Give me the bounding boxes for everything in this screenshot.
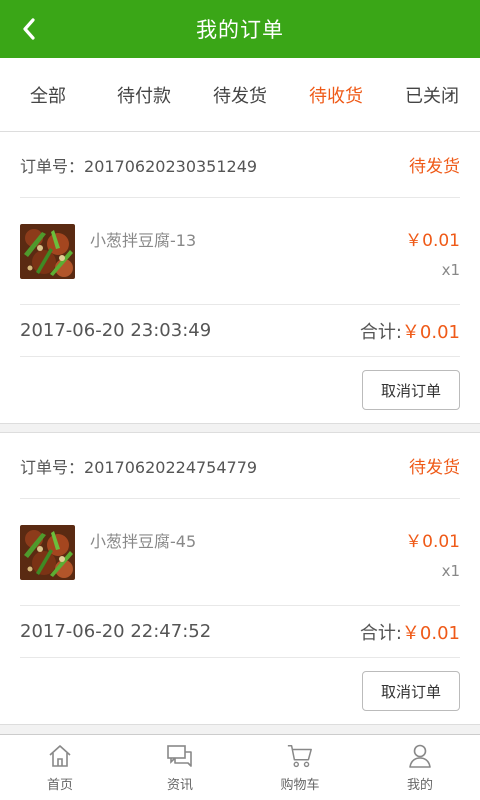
nav-cart[interactable]: 购物车: [240, 735, 360, 800]
cancel-order-button[interactable]: 取消订单: [362, 370, 460, 410]
order-time: 2017-06-20 23:03:49: [20, 320, 212, 341]
home-icon: [46, 742, 74, 770]
order-header: 订单号：20170620224754779 待发货: [20, 433, 460, 499]
chevron-left-icon: [23, 18, 35, 40]
nav-mine[interactable]: 我的: [360, 735, 480, 800]
order-status: 待发货: [409, 157, 460, 177]
nav-news-label: 资讯: [166, 778, 193, 793]
tab-pending-receipt[interactable]: 待收货: [288, 58, 384, 131]
chat-icon: [166, 742, 194, 770]
product-image: [20, 224, 75, 279]
cancel-order-button[interactable]: 取消订单: [362, 671, 460, 711]
nav-news[interactable]: 资讯: [120, 735, 240, 800]
order-card: 订单号：20170620230351249 待发货 小葱拌豆腐-13 ￥0.01…: [0, 132, 480, 424]
order-number-value: 20170620230351249: [84, 156, 258, 176]
order-actions: 取消订单: [20, 357, 460, 423]
item-quantity: x1: [441, 261, 460, 279]
product-name: 小葱拌豆腐-45: [90, 532, 197, 551]
order-number: 订单号：20170620230351249: [20, 153, 257, 177]
order-status: 待发货: [409, 458, 460, 478]
item-price: ￥0.01: [405, 532, 460, 552]
order-number-value: 20170620224754779: [84, 457, 258, 477]
page-title: 我的订单: [196, 18, 284, 42]
user-icon: [406, 742, 434, 770]
tab-closed[interactable]: 已关闭: [384, 58, 480, 131]
order-number-label: 订单号：: [20, 457, 85, 477]
order-header: 订单号：20170620230351249 待发货: [20, 132, 460, 198]
total-amount: ￥0.01: [401, 321, 460, 343]
order-number: 订单号：20170620224754779: [20, 454, 257, 478]
nav-cart-label: 购物车: [280, 778, 320, 793]
nav-mine-label: 我的: [406, 778, 433, 793]
item-price: ￥0.01: [405, 231, 460, 251]
item-quantity: x1: [441, 562, 460, 580]
total-amount: ￥0.01: [401, 622, 460, 644]
order-total: 合计:￥0.01: [360, 318, 460, 344]
order-item[interactable]: 小葱拌豆腐-45 ￥0.01 x1: [20, 499, 460, 606]
order-list: 订单号：20170620230351249 待发货 小葱拌豆腐-13 ￥0.01…: [0, 132, 480, 734]
order-summary: 2017-06-20 22:47:52 合计:￥0.01: [20, 606, 460, 658]
back-button[interactable]: [12, 14, 46, 44]
cart-icon: [286, 742, 314, 770]
order-time: 2017-06-20 22:47:52: [20, 621, 212, 642]
nav-home-label: 首页: [46, 778, 73, 793]
bottom-nav: 首页 资讯 购物车 我的: [0, 734, 480, 800]
nav-home[interactable]: 首页: [0, 735, 120, 800]
order-status-tabs: 全部 待付款 待发货 待收货 已关闭: [0, 58, 480, 132]
tab-pending-payment[interactable]: 待付款: [96, 58, 192, 131]
item-price-block: ￥0.01 x1: [405, 224, 460, 279]
tab-pending-shipment[interactable]: 待发货: [192, 58, 288, 131]
order-number-label: 订单号：: [20, 156, 85, 176]
order-item[interactable]: 小葱拌豆腐-13 ￥0.01 x1: [20, 198, 460, 305]
header-bar: 我的订单: [0, 0, 480, 58]
order-actions: 取消订单: [20, 658, 460, 724]
product-image: [20, 525, 75, 580]
item-price-block: ￥0.01 x1: [405, 525, 460, 580]
tab-all[interactable]: 全部: [0, 58, 96, 131]
total-label: 合计:: [359, 622, 402, 644]
order-summary: 2017-06-20 23:03:49 合计:￥0.01: [20, 305, 460, 357]
order-total: 合计:￥0.01: [360, 619, 460, 645]
app-screen: 我的订单 全部 待付款 待发货 待收货 已关闭 订单号：201706202303…: [0, 0, 480, 800]
product-name: 小葱拌豆腐-13: [90, 231, 197, 250]
total-label: 合计:: [359, 321, 402, 343]
order-card: 订单号：20170620224754779 待发货 小葱拌豆腐-45 ￥0.01…: [0, 432, 480, 725]
